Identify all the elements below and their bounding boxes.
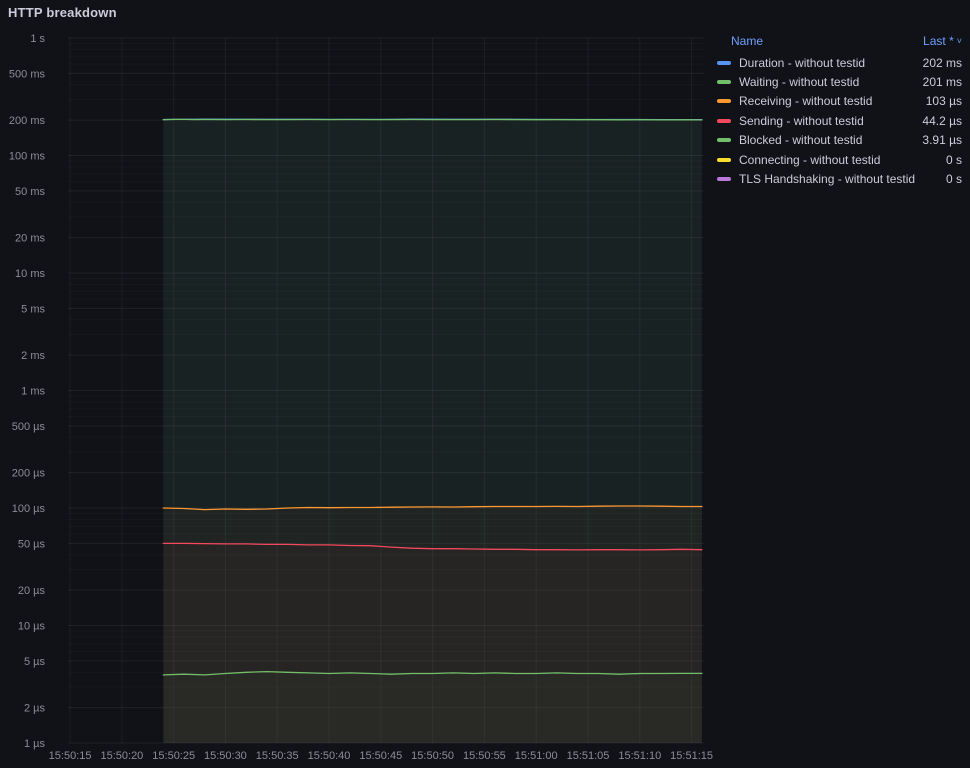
legend-sort-name[interactable]: Name bbox=[731, 34, 763, 48]
svg-text:1 s: 1 s bbox=[30, 33, 45, 45]
legend-item[interactable]: Duration - without testid 202 ms bbox=[714, 53, 962, 72]
svg-text:1 ms: 1 ms bbox=[21, 386, 45, 398]
svg-text:15:50:55: 15:50:55 bbox=[463, 750, 506, 762]
series-color-icon bbox=[717, 138, 731, 143]
svg-text:1 µs: 1 µs bbox=[24, 738, 46, 750]
svg-text:15:50:45: 15:50:45 bbox=[359, 750, 402, 762]
svg-text:50 µs: 50 µs bbox=[18, 538, 46, 550]
series-last-value: 103 µs bbox=[925, 94, 962, 109]
legend-item[interactable]: Receiving - without testid 103 µs bbox=[714, 92, 962, 111]
series-name: Sending - without testid bbox=[739, 113, 864, 128]
series-color-icon bbox=[717, 80, 731, 85]
series-last-value: 201 ms bbox=[922, 75, 962, 90]
series-color-icon bbox=[717, 157, 731, 162]
svg-text:10 ms: 10 ms bbox=[15, 268, 45, 280]
svg-text:5 ms: 5 ms bbox=[21, 303, 45, 315]
sort-caret-icon: ˅ bbox=[956, 36, 962, 46]
svg-text:500 ms: 500 ms bbox=[9, 68, 46, 80]
series-last-value: 202 ms bbox=[922, 55, 962, 70]
series-color-icon bbox=[717, 118, 731, 123]
svg-text:100 µs: 100 µs bbox=[12, 503, 46, 515]
series-color-icon bbox=[717, 177, 731, 182]
svg-text:15:50:25: 15:50:25 bbox=[152, 750, 195, 762]
series-name: TLS Handshaking - without testid bbox=[739, 172, 916, 187]
series-name: Connecting - without testid bbox=[739, 152, 881, 167]
series-last-value: 0 s bbox=[945, 152, 962, 167]
svg-text:2 ms: 2 ms bbox=[21, 350, 45, 362]
svg-text:5 µs: 5 µs bbox=[24, 656, 46, 668]
svg-text:2 µs: 2 µs bbox=[24, 703, 46, 715]
legend-sort-last-label: Last * bbox=[923, 34, 954, 48]
legend-item[interactable]: Sending - without testid 44.2 µs bbox=[714, 111, 962, 130]
series-name: Blocked - without testid bbox=[739, 133, 863, 148]
svg-text:15:50:30: 15:50:30 bbox=[204, 750, 247, 762]
svg-text:200 ms: 200 ms bbox=[9, 115, 46, 127]
svg-text:500 µs: 500 µs bbox=[12, 421, 46, 433]
svg-text:15:50:15: 15:50:15 bbox=[49, 750, 92, 762]
svg-text:15:51:10: 15:51:10 bbox=[618, 750, 661, 762]
svg-text:15:51:00: 15:51:00 bbox=[515, 750, 558, 762]
legend-item[interactable]: Connecting - without testid 0 s bbox=[714, 150, 962, 169]
svg-text:10 µs: 10 µs bbox=[18, 621, 46, 633]
series-name: Receiving - without testid bbox=[739, 94, 873, 109]
series-color-icon bbox=[717, 99, 731, 104]
svg-text:50 ms: 50 ms bbox=[15, 186, 45, 198]
svg-text:15:50:40: 15:50:40 bbox=[308, 750, 351, 762]
legend-item[interactable]: Blocked - without testid 3.91 µs bbox=[714, 131, 962, 150]
svg-text:200 µs: 200 µs bbox=[12, 468, 46, 480]
legend: Name Last * ˅ Duration - without testid 20… bbox=[714, 32, 962, 189]
svg-text:15:50:35: 15:50:35 bbox=[256, 750, 299, 762]
legend-sort-last[interactable]: Last * ˅ bbox=[923, 34, 962, 48]
legend-item[interactable]: TLS Handshaking - without testid 0 s bbox=[714, 169, 962, 188]
legend-rows: Duration - without testid 202 ms Waiting -… bbox=[714, 53, 962, 189]
svg-text:15:51:05: 15:51:05 bbox=[567, 750, 610, 762]
svg-text:20 ms: 20 ms bbox=[15, 233, 45, 245]
series-name: Waiting - without testid bbox=[739, 75, 860, 90]
series-last-value: 44.2 µs bbox=[922, 113, 962, 128]
svg-text:15:50:50: 15:50:50 bbox=[411, 750, 454, 762]
svg-text:15:51:15: 15:51:15 bbox=[670, 750, 713, 762]
series-last-value: 0 s bbox=[945, 172, 962, 187]
series-last-value: 3.91 µs bbox=[922, 133, 962, 148]
series-color-icon bbox=[717, 60, 731, 65]
svg-text:100 ms: 100 ms bbox=[9, 151, 46, 163]
svg-text:20 µs: 20 µs bbox=[18, 585, 46, 597]
series-name: Duration - without testid bbox=[739, 55, 866, 70]
svg-text:15:50:20: 15:50:20 bbox=[100, 750, 143, 762]
legend-header: Name Last * ˅ bbox=[714, 32, 962, 50]
legend-item[interactable]: Waiting - without testid 201 ms bbox=[714, 72, 962, 91]
